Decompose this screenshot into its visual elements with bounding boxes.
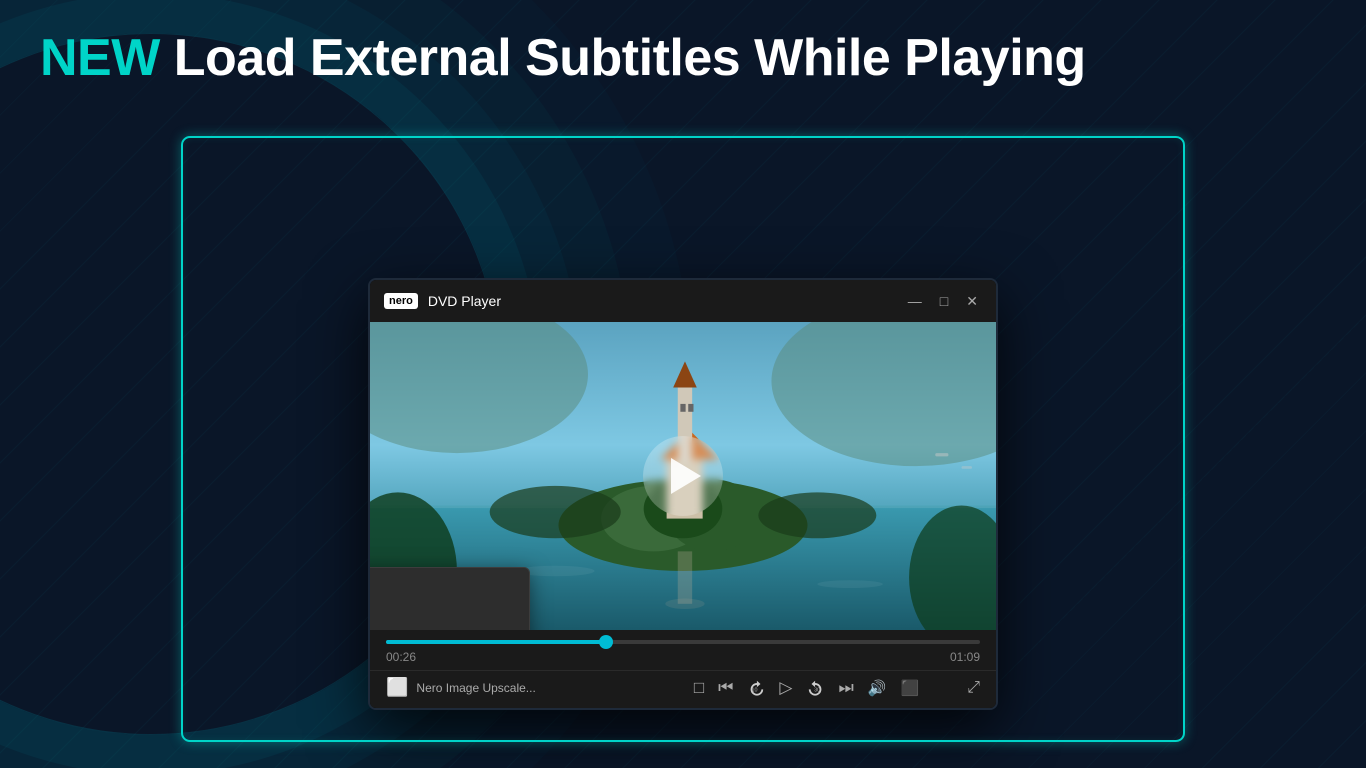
window-controls: — □ ✕ (904, 292, 982, 310)
ctx-pause[interactable]: Pause (370, 617, 529, 630)
play-ctrl-button[interactable]: ▷ (779, 678, 792, 698)
forward-30-button[interactable]: 30 (807, 679, 825, 697)
fullscreen-ctrl-button[interactable]: ⤢ (967, 679, 980, 697)
svg-text:10: 10 (752, 687, 758, 693)
video-area[interactable]: Full Screen Pause Play from the beginnin… (370, 322, 996, 630)
file-info: ⬜ Nero Image Upscale... (386, 677, 682, 698)
controls-bar: ⬜ Nero Image Upscale... □ ⏮ 10 ▷ 30 (370, 670, 996, 708)
title-bar: nero DVD Player — □ ✕ (370, 280, 996, 322)
control-buttons: □ ⏮ 10 ▷ 30 ⏭ 🔊 ⬛ (694, 678, 980, 698)
file-icon: ⬜ (386, 677, 408, 698)
progress-thumb[interactable] (599, 635, 613, 649)
rewind-10-button[interactable]: 10 (747, 679, 765, 697)
svg-text:30: 30 (814, 687, 820, 693)
ctx-fullscreen[interactable]: Full Screen (370, 576, 529, 617)
time-row: 00:26 01:09 (386, 650, 980, 664)
context-menu: Full Screen Pause Play from the beginnin… (370, 567, 530, 630)
nero-logo: nero (384, 293, 418, 309)
play-icon (671, 458, 701, 494)
play-button[interactable] (643, 436, 723, 516)
headline: NEW Load External Subtitles While Playin… (40, 28, 1326, 88)
app-title: DVD Player (428, 293, 894, 309)
skip-forward-button[interactable]: ⏭ (839, 678, 854, 698)
skip-back-button[interactable]: ⏮ (718, 678, 733, 698)
headline-text: Load External Subtitles While Playing (160, 29, 1086, 87)
subtitles-button[interactable]: ⬛ (901, 679, 920, 697)
volume-button[interactable]: 🔊 (868, 679, 887, 697)
headline-new: NEW (40, 29, 160, 87)
file-name: Nero Image Upscale... (416, 681, 535, 695)
player-window: nero DVD Player — □ ✕ (368, 278, 998, 710)
progress-fill (386, 640, 606, 644)
close-button[interactable]: ✕ (962, 292, 982, 310)
maximize-button[interactable]: □ (936, 292, 952, 310)
progress-track[interactable] (386, 640, 980, 644)
time-total: 01:09 (950, 650, 980, 664)
window-mode-button[interactable]: □ (694, 678, 704, 698)
time-current: 00:26 (386, 650, 416, 664)
minimize-button[interactable]: — (904, 292, 926, 310)
progress-area: 00:26 01:09 (370, 630, 996, 670)
